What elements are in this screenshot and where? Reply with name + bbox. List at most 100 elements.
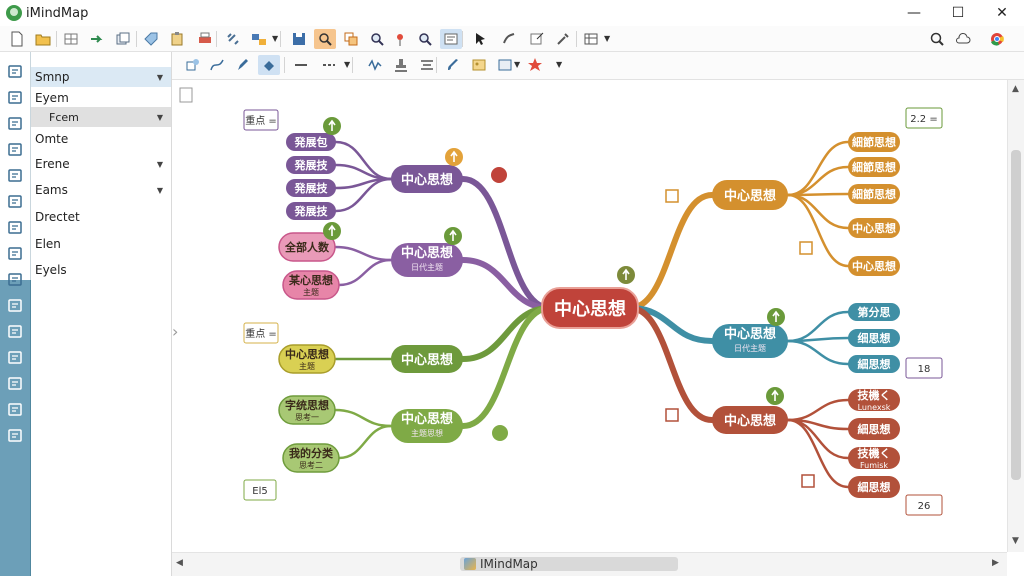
toolbar-copy-button[interactable] <box>112 29 134 49</box>
menu-item-6[interactable]: Drectet <box>31 207 171 227</box>
format-line-style-button[interactable] <box>290 55 312 75</box>
link-icon[interactable] <box>492 425 508 441</box>
toolbar-separator <box>352 57 353 73</box>
horizontal-scrollbar[interactable]: ◀ IMindMap ▶ <box>172 552 1007 576</box>
maximize-button[interactable]: ☐ <box>936 0 980 26</box>
attachment-icon[interactable] <box>665 408 679 422</box>
scroll-down-arrow[interactable]: ▼ <box>1012 536 1019 546</box>
cursor-icon <box>476 33 485 45</box>
vertical-scroll-thumb[interactable] <box>1011 150 1021 480</box>
toolbar-tools-button[interactable] <box>552 29 574 49</box>
frame-tool-icon[interactable] <box>6 192 26 212</box>
format-pen-button[interactable] <box>232 55 254 75</box>
toolbar-dropdown-caret[interactable]: ▼ <box>556 60 562 69</box>
link-tool-icon[interactable] <box>6 218 26 238</box>
menu-item-2[interactable]: Fcem ▼ <box>31 107 171 127</box>
horizontal-scroll-thumb[interactable]: IMindMap <box>460 557 678 571</box>
text-tool-icon[interactable] <box>6 114 26 134</box>
menu-item-7[interactable]: Elen <box>31 234 171 254</box>
select-tool-icon[interactable] <box>6 62 26 82</box>
toolbar-tag-button[interactable] <box>140 29 162 49</box>
toolbar-zoom-button[interactable] <box>314 29 336 49</box>
menu-item-8[interactable]: Eyels <box>31 260 171 280</box>
subtopic-sublabel: 思考一 <box>295 413 319 422</box>
mindmap-canvas[interactable]: 中心思想 中心思想 発展包 発展技 発展技 発展技 中心思想 日代主题 全部人数 某心思想 主题 中心… <box>172 80 1007 552</box>
toolbar-separator <box>56 31 57 47</box>
toolbar-new-document-button[interactable] <box>6 29 28 49</box>
attachment-icon[interactable] <box>801 474 815 488</box>
zoom-tool-icon[interactable] <box>6 348 26 368</box>
toolbar-dropdown-caret[interactable]: ▼ <box>272 34 278 43</box>
layer-tool-icon[interactable] <box>6 374 26 394</box>
format-image-button[interactable] <box>468 55 490 75</box>
toolbar-branch-button[interactable] <box>498 29 520 49</box>
vertical-scrollbar[interactable]: ▲ ▼ <box>1007 80 1024 552</box>
toolbar-grid-button[interactable] <box>60 29 82 49</box>
format-wave-button[interactable] <box>364 55 386 75</box>
magnifier-icon <box>930 32 944 46</box>
toolbar-layout-button[interactable] <box>248 29 270 49</box>
menu-item-1[interactable]: Eyem <box>31 88 171 108</box>
format-box-button[interactable] <box>494 55 516 75</box>
toolbar-dropdown-caret[interactable]: ▼ <box>604 34 610 43</box>
note-text: 重点 = <box>245 327 277 340</box>
collapse-panel-handle[interactable]: › <box>172 322 180 346</box>
pointer-tool-icon[interactable] <box>6 88 26 108</box>
settings-tool-icon[interactable] <box>6 426 26 446</box>
toolbar-paste-button[interactable] <box>166 29 188 49</box>
menu-item-0[interactable]: Smnp ▼ <box>31 67 171 87</box>
toolbar-notes-button[interactable] <box>440 29 462 49</box>
close-button[interactable]: ✕ <box>980 0 1024 26</box>
minimize-button[interactable]: — <box>892 0 936 26</box>
subtopic-sublabel: 主题 <box>299 361 315 371</box>
toolbar-search-button[interactable] <box>414 29 436 49</box>
format-stamp-button[interactable] <box>390 55 412 75</box>
scroll-left-arrow[interactable]: ◀ <box>176 558 183 568</box>
format-align-button[interactable] <box>416 55 438 75</box>
subtopic-label: 細思想 <box>858 480 891 494</box>
toolbar-open-folder-button[interactable] <box>32 29 54 49</box>
menu-item-3[interactable]: Omte <box>31 129 171 149</box>
attachment-icon[interactable] <box>665 189 679 203</box>
move-tool-icon[interactable] <box>6 140 26 160</box>
toolbar-dropdown-caret[interactable]: ▼ <box>344 60 350 69</box>
format-curve-button[interactable] <box>206 55 228 75</box>
toolbar-table-button[interactable] <box>580 29 602 49</box>
scroll-right-arrow[interactable]: ▶ <box>992 558 999 568</box>
edit-tool-icon[interactable] <box>6 322 26 342</box>
attachment-icon[interactable] <box>799 241 813 255</box>
format-fill-button[interactable] <box>258 55 280 75</box>
toolbar-dropdown-caret[interactable]: ▼ <box>514 60 520 69</box>
toolbar-print-button[interactable] <box>194 29 216 49</box>
image-tool-icon[interactable] <box>6 270 26 290</box>
toolbar-cursor-button[interactable] <box>470 29 492 49</box>
clip-tool-icon[interactable] <box>6 296 26 316</box>
toolbar-pin-button[interactable] <box>390 29 412 49</box>
branch-connector <box>786 339 850 366</box>
mail-icon[interactable] <box>491 167 507 183</box>
toolbar-save-button[interactable] <box>288 29 310 49</box>
toolbar-link-button[interactable] <box>222 29 244 49</box>
toolbar-forward-arrow-button[interactable] <box>86 29 108 49</box>
toolbar-copy-map-button[interactable] <box>340 29 362 49</box>
cloud-icon <box>956 33 971 44</box>
scroll-up-arrow[interactable]: ▲ <box>1012 84 1019 94</box>
menu-item-4[interactable]: Erene ▼ <box>31 154 171 174</box>
toolbar-chrome-button[interactable] <box>986 29 1008 49</box>
curve-icon <box>210 59 224 71</box>
toolbar-search-button[interactable] <box>366 29 388 49</box>
toolbar-magnifier-button[interactable] <box>926 29 948 49</box>
align-icon <box>421 60 433 70</box>
format-brush-button[interactable] <box>442 55 464 75</box>
list-tool-icon[interactable] <box>6 244 26 264</box>
toolbar-cloud-button[interactable] <box>952 29 974 49</box>
forward-arrow-icon <box>91 35 103 43</box>
toolbar-export-button[interactable] <box>526 29 548 49</box>
branch-tool-icon[interactable] <box>6 166 26 186</box>
export-tool-icon[interactable] <box>6 400 26 420</box>
format-dash-button[interactable] <box>318 55 340 75</box>
subtopic-label: 我的分类 <box>289 446 334 460</box>
format-star-button[interactable] <box>524 55 546 75</box>
menu-item-5[interactable]: Eams ▼ <box>31 180 171 200</box>
format-shape-button[interactable] <box>182 55 204 75</box>
